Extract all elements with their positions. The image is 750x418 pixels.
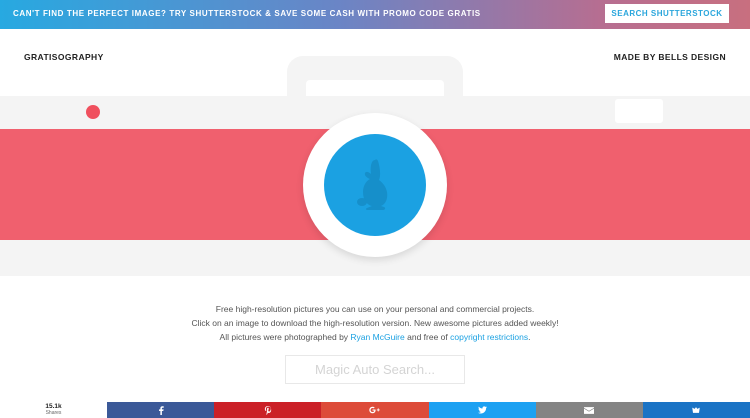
intro-line-3-prefix: All pictures were photographed by — [219, 332, 351, 342]
intro-line-2: Click on an image to download the high-r… — [191, 318, 559, 328]
rabbit-icon — [357, 159, 388, 210]
credit-link[interactable]: MADE BY BELLS DESIGN — [614, 52, 726, 62]
intro-line-3-middle: and free of — [404, 332, 451, 342]
pinterest-share-button[interactable] — [214, 402, 322, 418]
facebook-icon — [158, 405, 164, 415]
facebook-share-button[interactable] — [107, 402, 215, 418]
google-plus-share-button[interactable] — [321, 402, 429, 418]
intro-text: Free high-resolution pictures you can us… — [0, 302, 750, 344]
camera-flash — [615, 99, 663, 123]
search-input[interactable] — [285, 355, 465, 384]
photographer-link[interactable]: Ryan McGuire — [350, 332, 404, 342]
intro-line-3: All pictures were photographed by Ryan M… — [0, 330, 750, 344]
sumo-icon — [692, 407, 701, 413]
promo-text: CAN'T FIND THE PERFECT IMAGE? TRY SHUTTE… — [13, 9, 481, 18]
email-share-button[interactable] — [535, 402, 643, 418]
share-count: 15.1k Shares — [0, 402, 107, 418]
share-count-label: Shares — [45, 410, 62, 417]
promo-banner: CAN'T FIND THE PERFECT IMAGE? TRY SHUTTE… — [0, 0, 750, 29]
sumo-share-button[interactable] — [642, 402, 750, 418]
twitter-icon — [477, 406, 487, 414]
google-plus-icon — [369, 406, 381, 414]
camera-top-inner — [306, 80, 444, 96]
intro-line-1: Free high-resolution pictures you can us… — [215, 304, 535, 314]
share-bar: 15.1k Shares — [0, 402, 750, 418]
intro-line-3-suffix: . — [528, 332, 531, 342]
email-icon — [584, 406, 595, 414]
search-shutterstock-button[interactable]: SEARCH SHUTTERSTOCK — [605, 4, 729, 23]
site-logo[interactable]: GRATISOGRAPHY — [24, 52, 104, 62]
copyright-link[interactable]: copyright restrictions — [450, 332, 528, 342]
camera-lens[interactable] — [324, 134, 426, 236]
pinterest-icon — [264, 405, 271, 415]
camera-indicator-dot — [86, 105, 100, 119]
twitter-share-button[interactable] — [428, 402, 536, 418]
